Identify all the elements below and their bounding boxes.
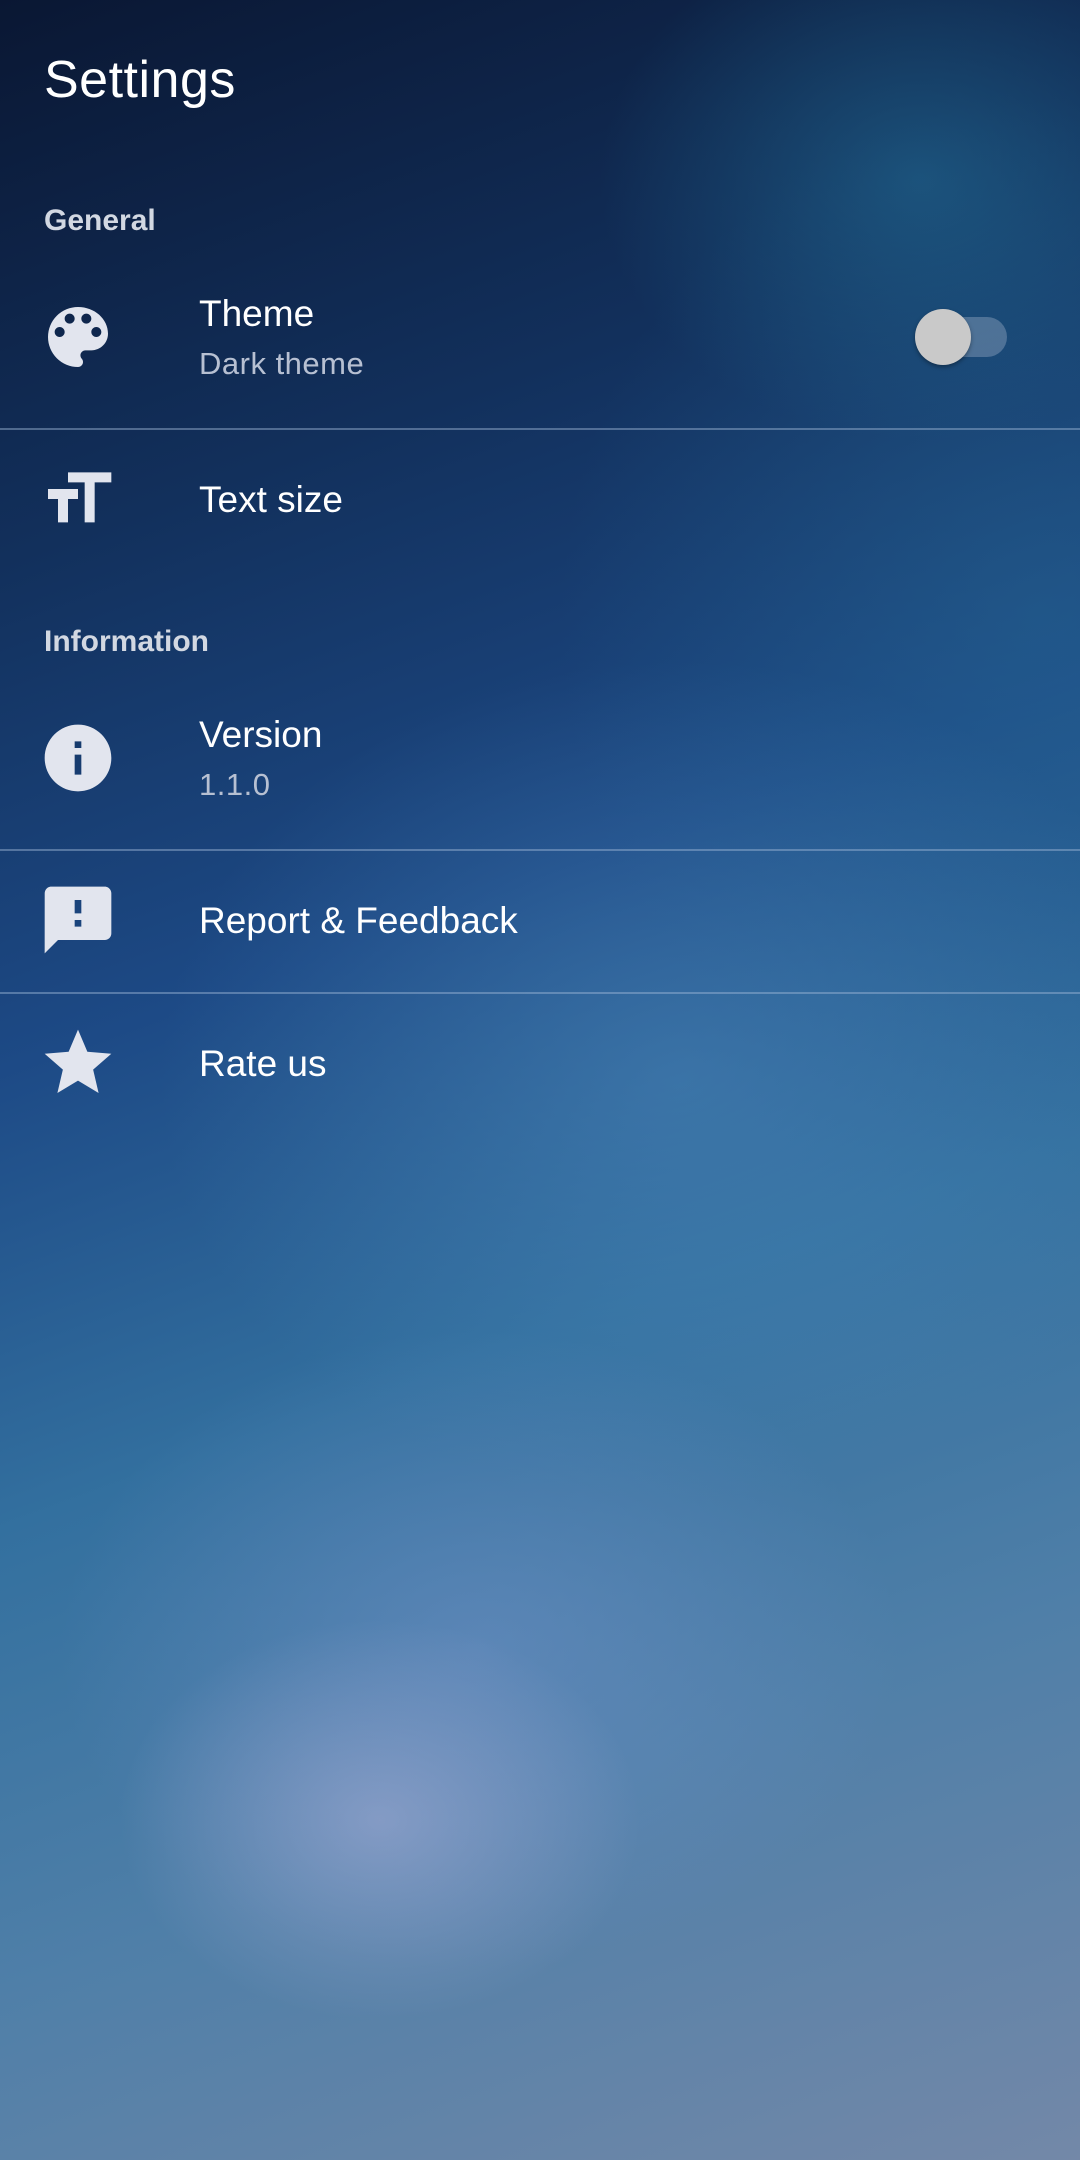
page-title: Settings [44, 51, 236, 109]
settings-item-label: Report & Feedback [199, 900, 518, 941]
divider [0, 849, 1080, 851]
settings-item-version[interactable]: Version 1.1.0 [0, 686, 1080, 828]
settings-screen: Settings General Theme Dark theme Text s… [0, 0, 1080, 2160]
settings-item-sublabel: Dark theme [199, 346, 365, 381]
settings-item-text-size[interactable]: Text size [0, 432, 1080, 574]
feedback-icon [38, 880, 118, 960]
settings-item-report-feedback[interactable]: Report & Feedback [0, 853, 1080, 995]
version-number: 1.1.0 [199, 767, 271, 802]
settings-item-label: Version [199, 714, 323, 755]
toggle-thumb [915, 309, 971, 365]
settings-item-rate-us[interactable]: Rate us [0, 996, 1080, 1138]
divider [0, 992, 1080, 994]
palette-icon [38, 297, 118, 377]
section-header-general: General [44, 204, 156, 237]
text-size-icon [38, 459, 118, 539]
section-header-information: Information [44, 625, 209, 658]
star-icon [38, 1023, 118, 1103]
settings-item-label: Theme [199, 293, 315, 334]
theme-toggle-switch[interactable] [915, 309, 1007, 365]
settings-item-label: Rate us [199, 1043, 327, 1084]
settings-item-label: Text size [199, 479, 343, 520]
info-icon [38, 718, 118, 798]
divider [0, 428, 1080, 430]
